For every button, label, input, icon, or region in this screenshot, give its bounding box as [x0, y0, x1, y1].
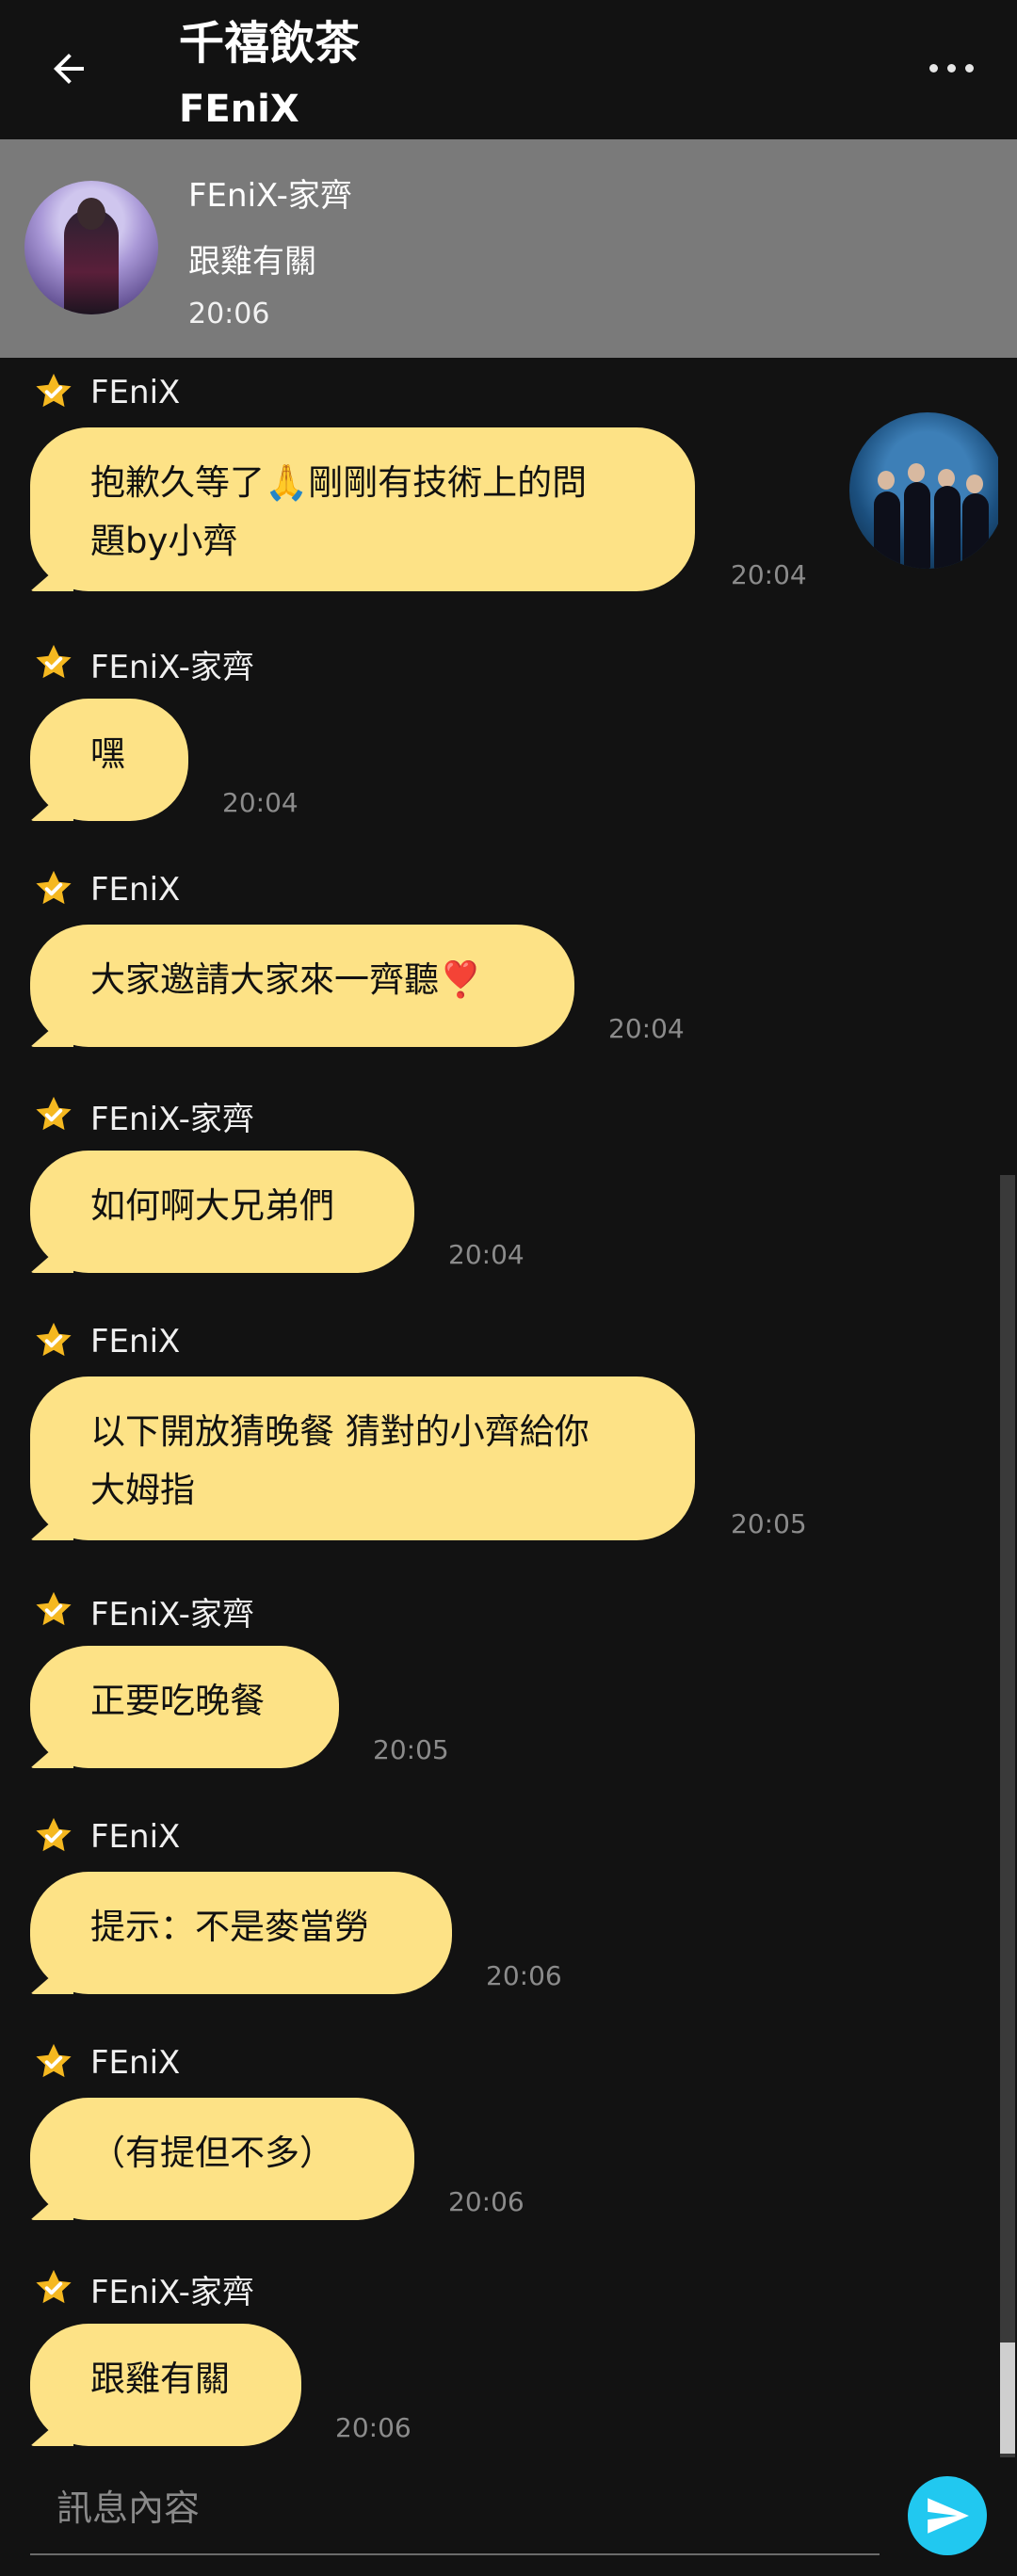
message-time: 20:04: [222, 787, 299, 818]
star-check-icon: [32, 1815, 75, 1859]
group-avatar[interactable]: [849, 412, 1006, 569]
top-app-bar: 千禧飲茶 FEniX: [0, 0, 1017, 139]
message-time: 20:04: [448, 1239, 525, 1270]
message-bubble[interactable]: 大家邀請大家來一齊聽❣️: [30, 925, 574, 1047]
sender-name: FEniX: [90, 374, 181, 411]
message-time: 20:04: [608, 1013, 685, 1044]
star-check-icon: [32, 1094, 75, 1137]
more-options-button[interactable]: [913, 41, 989, 94]
message-bubble[interactable]: 抱歉久等了🙏剛剛有技術上的問 題by小齊: [30, 427, 695, 591]
message-bubble[interactable]: 提示：不是麥當勞: [30, 1872, 452, 1994]
chat-screen: 千禧飲茶 FEniX FEniX-家齊 跟雞有關 20:06 FEniX 抱歉久…: [0, 0, 1017, 2576]
star-check-icon: [32, 2267, 75, 2310]
sender-name: FEniX: [90, 2044, 181, 2082]
pinned-sender-name: FEniX-家齊: [188, 177, 352, 215]
message-time: 20:06: [335, 2412, 412, 2443]
message-time: 20:04: [731, 559, 807, 590]
sender-name: FEniX-家齊: [90, 2273, 254, 2311]
message-time: 20:06: [486, 1960, 562, 1991]
sender-name: FEniX: [90, 1323, 181, 1360]
more-horizontal-icon: [928, 63, 938, 72]
composer: [0, 2467, 1017, 2576]
message-input-wrapper: [30, 2471, 880, 2555]
sender-name: FEniX: [90, 871, 181, 909]
chat-subtitle: FEniX: [179, 88, 299, 131]
sender-name: FEniX-家齊: [90, 1100, 254, 1138]
message-bubble[interactable]: 如何啊大兄弟們: [30, 1151, 414, 1273]
pinned-message[interactable]: FEniX-家齊 跟雞有關 20:06: [0, 139, 1017, 358]
back-button[interactable]: [36, 36, 102, 102]
pinned-message-text: 跟雞有關: [188, 243, 316, 281]
sender-name: FEniX: [90, 1818, 181, 1856]
scrollbar-thumb[interactable]: [1000, 1175, 1015, 2457]
message-time: 20:06: [448, 2186, 525, 2217]
message-bubble[interactable]: 正要吃晚餐: [30, 1646, 339, 1768]
sender-name: FEniX-家齊: [90, 648, 254, 686]
star-check-icon: [32, 1320, 75, 1363]
send-icon: [928, 2498, 969, 2534]
star-check-icon: [32, 642, 75, 685]
chat-title: 千禧飲茶: [179, 17, 361, 70]
scrollbar-indicator: [1000, 2343, 1015, 2454]
arrow-left-icon: [54, 54, 84, 84]
message-bubble[interactable]: 嘿: [30, 699, 188, 821]
star-check-icon: [32, 868, 75, 911]
message-time: 20:05: [731, 1508, 807, 1539]
send-button[interactable]: [908, 2476, 987, 2555]
sender-name: FEniX-家齊: [90, 1595, 254, 1634]
message-time: 20:05: [373, 1734, 449, 1765]
message-bubble[interactable]: （有提但不多）: [30, 2098, 414, 2220]
star-check-icon: [32, 2041, 75, 2085]
star-check-icon: [32, 1589, 75, 1633]
pinned-sender-avatar: [24, 181, 158, 314]
pinned-message-time: 20:06: [188, 298, 270, 330]
message-bubble[interactable]: 跟雞有關: [30, 2324, 301, 2446]
star-check-icon: [32, 371, 75, 414]
message-bubble[interactable]: 以下開放猜晚餐 猜對的小齊給你 大姆指: [30, 1377, 695, 1540]
message-input[interactable]: [30, 2471, 880, 2546]
